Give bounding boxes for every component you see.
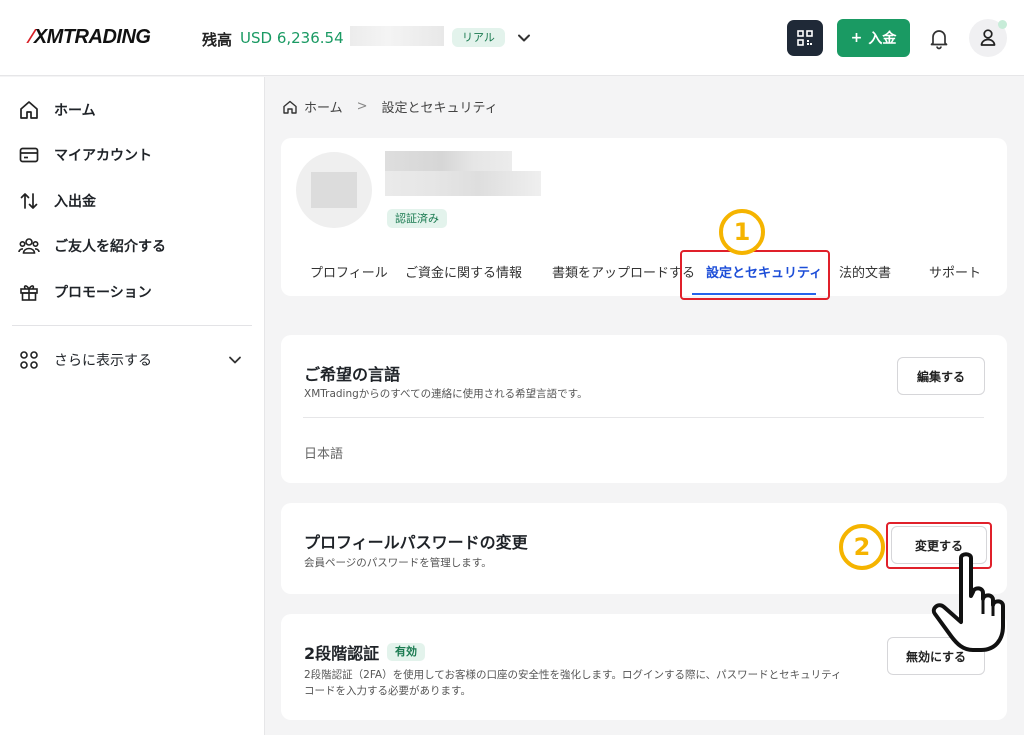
deposit-button[interactable]: + 入金 — [837, 19, 910, 57]
password-card-description: 会員ページのパスワードを管理します。 — [304, 557, 492, 569]
tab-legal-documents[interactable]: 法的文書 — [839, 262, 891, 281]
step-marker-2: 2 — [839, 524, 885, 570]
sidebar-item-my-account[interactable]: マイアカウント — [18, 142, 152, 168]
sidebar-divider — [12, 325, 252, 326]
tab-support[interactable]: サポート — [929, 262, 981, 281]
avatar-image-redacted — [311, 172, 357, 208]
xmtrading-logo[interactable]: ⁄XMTRADING — [30, 26, 151, 49]
highlight-box-step1 — [680, 250, 830, 300]
chevron-down-icon[interactable] — [514, 28, 534, 48]
sidebar-item-promotion[interactable]: プロモーション — [18, 279, 152, 305]
qr-code-button[interactable] — [787, 20, 823, 56]
sidebar-show-more[interactable]: さらに表示する — [18, 347, 152, 373]
status-dot — [998, 20, 1007, 29]
qr-code-icon — [797, 30, 813, 46]
breadcrumb: ホーム > 設定とセキュリティ — [282, 97, 498, 116]
profile-name-redacted — [385, 151, 512, 171]
twofa-description-line1: 2段階認証（2FA）を使用してお客様の口座の安全性を強化します。ログインする際に… — [304, 669, 842, 681]
balance-label: 残高 — [202, 31, 233, 49]
tab-upload-documents[interactable]: 書類をアップロードする — [552, 262, 695, 281]
language-card-title: ご希望の言語 — [304, 365, 401, 384]
edit-language-button[interactable]: 編集する — [897, 357, 985, 395]
twofa-description-line2: コードを入力する必要があります。 — [304, 685, 471, 697]
chevron-right-icon: > — [356, 99, 368, 114]
tab-profile[interactable]: プロフィール — [310, 262, 388, 281]
chevron-down-icon[interactable] — [226, 351, 244, 369]
top-header: ⁄XMTRADING 残高 USD 6,236.54 リアル + 入金 — [0, 0, 1024, 76]
plus-icon: + — [850, 30, 863, 46]
home-icon — [20, 101, 38, 119]
password-card-title: プロフィールパスワードの変更 — [304, 533, 528, 552]
people-icon — [18, 238, 40, 254]
sidebar-item-refer-friend[interactable]: ご友人を紹介する — [18, 233, 166, 259]
grid-icon — [20, 351, 38, 369]
wallet-icon — [19, 147, 39, 163]
twofa-card-title: 2段階認証 — [304, 644, 380, 663]
divider — [303, 417, 984, 418]
step-marker-1: 1 — [719, 209, 765, 255]
bell-icon[interactable] — [927, 26, 951, 50]
language-value: 日本語 — [304, 447, 344, 462]
language-card — [281, 335, 1007, 483]
twofa-status-badge: 有効 — [387, 643, 425, 661]
breadcrumb-current: 設定とセキュリティ — [381, 101, 498, 116]
transfer-arrows-icon — [20, 193, 38, 209]
sidebar: ホーム マイアカウント 入出金 ご友人を紹介する プロモーション さらに表示する — [0, 77, 265, 735]
tab-fund-info[interactable]: ご資金に関する情報 — [405, 262, 522, 281]
account-type-badge: リアル — [452, 28, 505, 47]
breadcrumb-home[interactable]: ホーム — [304, 97, 343, 116]
sidebar-item-home[interactable]: ホーム — [18, 97, 96, 123]
home-icon[interactable] — [282, 99, 298, 115]
sidebar-item-funds[interactable]: 入出金 — [18, 188, 96, 214]
verified-badge: 認証済み — [387, 209, 447, 228]
profile-id-redacted — [385, 171, 541, 196]
balance-value: USD 6,236.54 — [240, 29, 344, 47]
gift-icon — [20, 285, 38, 301]
pointing-hand-icon — [931, 552, 1005, 652]
account-number-redacted — [350, 26, 444, 46]
language-card-description: XMTradingからのすべての連絡に使用される希望言語です。 — [304, 388, 588, 400]
